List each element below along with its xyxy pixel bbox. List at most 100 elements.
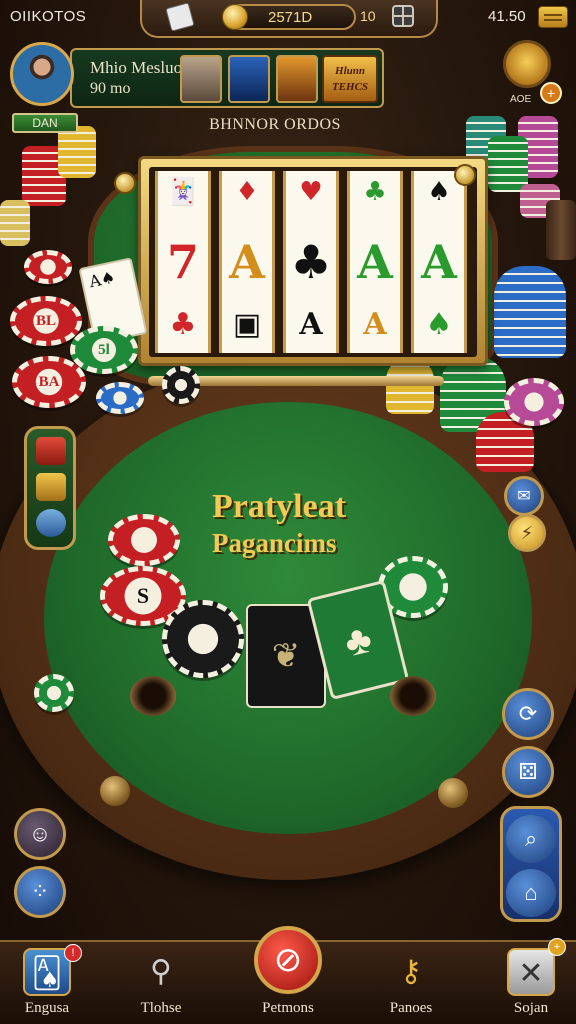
share-button[interactable]: ⟳: [502, 688, 554, 740]
level-value: 10: [360, 8, 376, 24]
rail-stud-right: [438, 778, 468, 808]
profile-settings-button[interactable]: ☺: [14, 808, 66, 860]
friend-avatar-2[interactable]: [228, 55, 270, 103]
coin-balance-pill[interactable]: 2571D: [222, 4, 356, 30]
nav-item-tlohse[interactable]: ⚲ Tlohse: [106, 942, 216, 1024]
chip-left-top[interactable]: BL: [10, 296, 82, 346]
chip-stack-right-green: [488, 136, 528, 192]
coin-icon: [222, 4, 248, 30]
chip-stack-gold-mid: [386, 358, 434, 414]
cup-holder-right: [390, 676, 436, 716]
nav-item-panoes[interactable]: ⚷ Panoes: [356, 942, 466, 1024]
slot-reel-5: ♠ A ♠: [411, 171, 467, 353]
reel-4-bot: A: [363, 307, 387, 342]
reel-4-mid: A: [357, 235, 393, 289]
chip-stack-right-blue: [494, 266, 566, 358]
reel-1-bot: ♣: [169, 307, 197, 342]
reel-3-top: ♥: [299, 177, 323, 207]
nav-label-petmons: Petmons: [262, 1000, 314, 1016]
boost-button[interactable]: ⚡: [508, 514, 546, 552]
dice-button[interactable]: ⚄: [502, 746, 554, 798]
felt-chip-white-label: S: [136, 583, 150, 608]
nav-item-sojan[interactable]: ✕ + Sojan: [476, 938, 576, 1024]
chip-left-green-label: 5l: [98, 341, 110, 358]
chip-stack-left-gold: [58, 126, 96, 178]
trophy-icon[interactable]: [36, 509, 66, 537]
friend-avatar-3[interactable]: [276, 55, 318, 103]
slot-reel-4: ♣ A A: [347, 171, 403, 353]
promo-banner[interactable]: Hlunn TEHCS: [322, 55, 378, 103]
nav-badge-sojan: +: [548, 938, 566, 956]
slot-reel-1: 🃏 7 ♣: [155, 171, 211, 353]
felt-chip-green-small[interactable]: [34, 674, 74, 712]
reel-4-top: ♣: [363, 177, 387, 207]
shop-icon[interactable]: ⌂: [506, 869, 556, 917]
emote-button[interactable]: ⁘: [14, 866, 66, 918]
nav-item-engusa[interactable]: 🂡 ! Engusa: [0, 942, 102, 1024]
chip-left-green[interactable]: 5l: [70, 326, 138, 374]
slot-reels-window: 🃏 7 ♣ ♦ A ▣ ♥ ♣ A ♣ A A ♠ A ♠: [149, 167, 477, 357]
felt-title-line-1: Pratyleat: [212, 488, 347, 525]
felt-chip-red[interactable]: [108, 514, 180, 566]
menu-grid-icon[interactable]: [392, 5, 414, 27]
slot-bolt-right: [454, 164, 476, 186]
reel-2-mid: A: [229, 235, 265, 289]
search-icon: ⚲: [150, 955, 172, 988]
card-icon[interactable]: [165, 2, 195, 32]
bonus-label: AOE: [510, 94, 532, 105]
bonus-avatar[interactable]: [503, 40, 551, 88]
top-status-panel: 2571D 10: [140, 0, 438, 38]
rail-stud-left: [100, 776, 130, 806]
top-bar: OIIKOTOS 2571D 10 41.50: [0, 0, 576, 40]
key-icon: ⚷: [400, 955, 422, 988]
reel-5-bot: ♠: [425, 307, 453, 342]
status-tag[interactable]: DAN: [12, 113, 78, 133]
friend-avatar-1[interactable]: [180, 55, 222, 103]
side-panel-left: [24, 426, 76, 550]
nav-label-tlohse: Tlohse: [140, 1000, 182, 1016]
reel-1-mid: 7: [166, 235, 199, 289]
chip-purple[interactable]: [504, 378, 564, 426]
close-icon: ✕: [507, 948, 555, 996]
treasure-icon[interactable]: [36, 473, 66, 501]
chat-button[interactable]: ✉: [504, 476, 544, 516]
coin-balance: 2571D: [268, 9, 313, 26]
zoom-icon[interactable]: ⌕: [506, 815, 556, 863]
chip-blue-small[interactable]: [96, 382, 144, 414]
gem-balance: 41.50: [488, 8, 526, 25]
reel-3-bot: A: [299, 307, 323, 342]
bonus-badge[interactable]: +: [540, 82, 562, 104]
cup-holder-left: [130, 676, 176, 716]
player-name: Mhio Mesluo: [90, 58, 183, 77]
nav-label-panoes: Panoes: [389, 1000, 433, 1016]
chip-black-small[interactable]: [162, 366, 200, 404]
nav-label-engusa: Engusa: [24, 1000, 70, 1016]
game-name-label: OIIKOTOS: [10, 8, 87, 25]
slot-reel-2: ♦ A ▣: [219, 171, 275, 353]
slot-reel-3: ♥ ♣ A: [283, 171, 339, 353]
cancel-icon: ⊘: [273, 941, 303, 979]
nav-badge-engusa: !: [64, 944, 82, 962]
right-tool-panel: ⌕ ⌂: [500, 806, 562, 922]
felt-chip-black[interactable]: [162, 600, 244, 678]
reel-3-mid: ♣: [290, 235, 332, 289]
reel-5-mid: A: [421, 235, 457, 289]
reel-2-bot: ▣: [232, 307, 262, 342]
slot-machine[interactable]: 🃏 7 ♣ ♦ A ▣ ♥ ♣ A ♣ A A ♠ A ♠: [138, 156, 488, 366]
reel-1-top: 🃏: [166, 177, 200, 207]
chip-left-bottom-label: BA: [38, 373, 60, 390]
profile-panel[interactable]: Mhio Mesluo 90 mo Hlunn TEHCS: [70, 48, 384, 108]
promo-text: Hlunn TEHCS: [331, 65, 369, 93]
nav-label-sojan: Sojan: [513, 1000, 549, 1016]
reel-2-top: ♦: [235, 177, 259, 207]
slot-bolt-left: [114, 172, 136, 194]
wallet-icon[interactable]: [538, 6, 568, 28]
player-avatar[interactable]: [10, 42, 74, 106]
cancel-button[interactable]: ⊘: [254, 926, 322, 994]
chip-left-bottom[interactable]: BA: [12, 356, 86, 408]
chip-red-small[interactable]: [24, 250, 72, 284]
chip-stack-left-yellow: [0, 200, 30, 246]
player-level: 90 mo: [90, 80, 131, 97]
table-title: BHNNOR ORDOS: [209, 116, 341, 133]
gift-icon[interactable]: [36, 437, 66, 465]
